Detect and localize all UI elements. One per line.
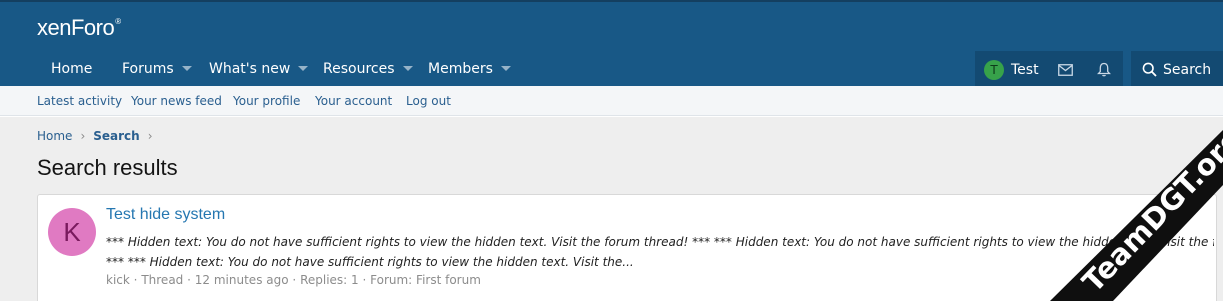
watermark-text: TeamDGT.org [1076,121,1223,299]
watermark-overlay: TeamDGT.org [1050,121,1223,301]
